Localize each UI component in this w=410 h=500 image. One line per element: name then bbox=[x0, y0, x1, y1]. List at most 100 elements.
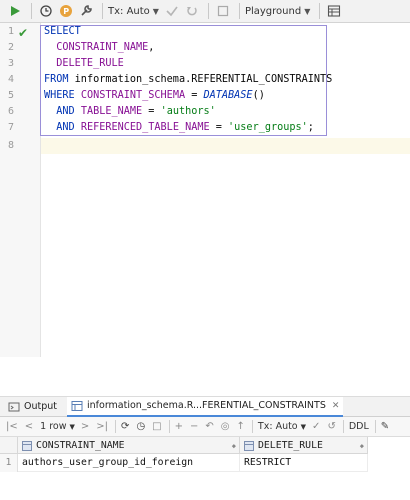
code-token: REFERENCED_TABLE_NAME bbox=[80, 122, 210, 133]
next-page-icon[interactable]: > bbox=[81, 421, 89, 432]
rows-count-dropdown[interactable]: 1 row ▼ bbox=[40, 421, 75, 432]
table-icon bbox=[71, 400, 83, 412]
tx-mode-label: Tx: Auto bbox=[108, 5, 150, 17]
editor-empty-space bbox=[0, 357, 410, 397]
results-tx-dropdown[interactable]: Tx: Auto ▼ bbox=[258, 421, 306, 432]
playground-label: Playground bbox=[244, 5, 302, 17]
code-token: 'user_groups' bbox=[228, 122, 308, 133]
playground-dropdown[interactable]: Playground ▼ bbox=[245, 6, 310, 17]
line-number: 3 bbox=[7, 58, 14, 69]
code-line[interactable]: AND REFERENCED_TABLE_NAME = 'user_groups… bbox=[44, 120, 314, 136]
line-gutter: 1 2 3 4 5 6 7 8 ✔ bbox=[0, 23, 41, 357]
grid-header: CONSTRAINT_NAME ◆ DELETE_RULE ◆ bbox=[0, 437, 368, 454]
line-number: 6 bbox=[7, 106, 14, 117]
line-number: 1 bbox=[7, 26, 14, 37]
history-icon[interactable] bbox=[37, 2, 55, 20]
line-number: 2 bbox=[7, 42, 14, 53]
stop-icon[interactable]: □ bbox=[152, 421, 161, 432]
tab-result-table[interactable]: information_schema.R...FERENTIAL_CONSTRA… bbox=[67, 396, 344, 417]
toolbar-separator bbox=[207, 3, 209, 19]
code-token: CONSTRAINT_SCHEMA bbox=[80, 90, 186, 101]
row-number: 1 bbox=[0, 454, 18, 472]
wrench-icon[interactable] bbox=[77, 2, 95, 20]
code-token: DATABASE bbox=[203, 90, 253, 101]
table-view-icon[interactable] bbox=[325, 2, 343, 20]
run-icon[interactable] bbox=[6, 2, 24, 20]
tab-label: information_schema.R...FERENTIAL_CONSTRA… bbox=[87, 400, 326, 411]
line-number: 4 bbox=[7, 74, 14, 85]
preview-icon[interactable]: ◎ bbox=[221, 421, 230, 432]
refresh-icon[interactable]: ⟳ bbox=[121, 421, 129, 432]
commit-icon[interactable]: ✓ bbox=[312, 421, 320, 432]
table-row[interactable]: 1 authors_user_group_id_foreign RESTRICT bbox=[0, 454, 368, 472]
code-token: 'authors' bbox=[160, 106, 216, 117]
svg-text:P: P bbox=[63, 7, 69, 16]
code-token: = bbox=[142, 106, 161, 117]
toolbar-separator bbox=[342, 420, 344, 433]
results-tx-label: Tx: Auto bbox=[257, 421, 298, 432]
results-grid: CONSTRAINT_NAME ◆ DELETE_RULE ◆ 1 author… bbox=[0, 437, 410, 500]
code-line[interactable]: CONSTRAINT_NAME, bbox=[44, 40, 154, 56]
editor-toolbar: P Tx: Auto ▼ Playground ▼ bbox=[0, 0, 410, 23]
clock-icon[interactable]: ◷ bbox=[136, 421, 145, 432]
column-header-label: CONSTRAINT_NAME bbox=[36, 440, 125, 451]
code-token: SELECT bbox=[44, 26, 81, 37]
chevron-down-icon: ▼ bbox=[304, 6, 311, 16]
code-line[interactable]: AND TABLE_NAME = 'authors' bbox=[44, 104, 216, 120]
toolbar-separator bbox=[102, 3, 103, 19]
code-token: () bbox=[252, 90, 265, 101]
delete-row-icon[interactable]: − bbox=[190, 421, 198, 432]
output-icon bbox=[8, 401, 20, 413]
code-line[interactable]: SELECT bbox=[44, 24, 81, 40]
chevron-down-icon: ▼ bbox=[69, 423, 75, 431]
first-page-icon[interactable]: |< bbox=[6, 421, 18, 432]
revert-icon[interactable]: ↶ bbox=[205, 421, 213, 432]
close-icon[interactable]: ✕ bbox=[332, 401, 340, 411]
results-tab-bar: Output information_schema.R...FERENTIAL_… bbox=[0, 396, 410, 417]
row-number-header bbox=[0, 437, 18, 454]
code-token: CONSTRAINT_NAME bbox=[44, 42, 149, 53]
column-icon bbox=[244, 440, 254, 451]
tab-label: Output bbox=[24, 401, 57, 412]
code-token: , bbox=[148, 42, 155, 53]
submit-icon[interactable]: ↑ bbox=[237, 421, 245, 432]
code-token: TABLE_NAME bbox=[80, 106, 143, 117]
pin-icon[interactable]: ✎ bbox=[381, 421, 389, 432]
code-token: WHERE bbox=[44, 90, 81, 101]
sql-editor[interactable]: 1 2 3 4 5 6 7 8 ✔ SELECT CONSTRAINT_NAME… bbox=[0, 23, 410, 357]
stop-icon[interactable] bbox=[214, 2, 232, 20]
sort-icon[interactable]: ◆ bbox=[360, 442, 364, 450]
code-token: = bbox=[209, 122, 229, 133]
profile-icon[interactable]: P bbox=[57, 2, 75, 20]
code-token: information_schema.REFERENTIAL_CONSTRAIN… bbox=[74, 74, 333, 85]
prev-page-icon[interactable]: < bbox=[25, 421, 33, 432]
line-number: 8 bbox=[7, 140, 14, 151]
chevron-down-icon: ▼ bbox=[152, 6, 159, 16]
code-token: DELETE_RULE bbox=[44, 58, 124, 69]
current-line-highlight bbox=[41, 138, 410, 154]
commit-icon[interactable] bbox=[163, 2, 181, 20]
rollback-icon[interactable] bbox=[183, 2, 201, 20]
tab-output[interactable]: Output bbox=[8, 397, 57, 417]
code-line[interactable]: FROM information_schema.REFERENTIAL_CONS… bbox=[44, 72, 332, 88]
last-page-icon[interactable]: >| bbox=[96, 421, 108, 432]
code-line[interactable]: WHERE CONSTRAINT_SCHEMA = DATABASE() bbox=[44, 88, 265, 104]
toolbar-separator bbox=[115, 420, 117, 433]
tx-mode-dropdown[interactable]: Tx: Auto ▼ bbox=[108, 6, 159, 17]
table-cell[interactable]: RESTRICT bbox=[240, 454, 368, 472]
chevron-down-icon: ▼ bbox=[300, 423, 307, 431]
column-header[interactable]: DELETE_RULE ◆ bbox=[240, 437, 368, 454]
sort-icon[interactable]: ◆ bbox=[232, 442, 236, 450]
toolbar-separator bbox=[168, 420, 170, 433]
code-token: ; bbox=[307, 122, 314, 133]
toolbar-separator bbox=[251, 420, 253, 433]
rollback-icon[interactable]: ↺ bbox=[327, 421, 335, 432]
table-cell[interactable]: authors_user_group_id_foreign bbox=[18, 454, 240, 472]
line-number: 5 bbox=[7, 90, 14, 101]
add-row-icon[interactable]: + bbox=[175, 421, 183, 432]
code-line[interactable]: DELETE_RULE bbox=[44, 56, 124, 72]
column-header[interactable]: CONSTRAINT_NAME ◆ bbox=[18, 437, 240, 454]
toolbar-separator bbox=[374, 420, 376, 433]
column-icon bbox=[22, 440, 32, 451]
ddl-button[interactable]: DDL bbox=[349, 421, 369, 432]
